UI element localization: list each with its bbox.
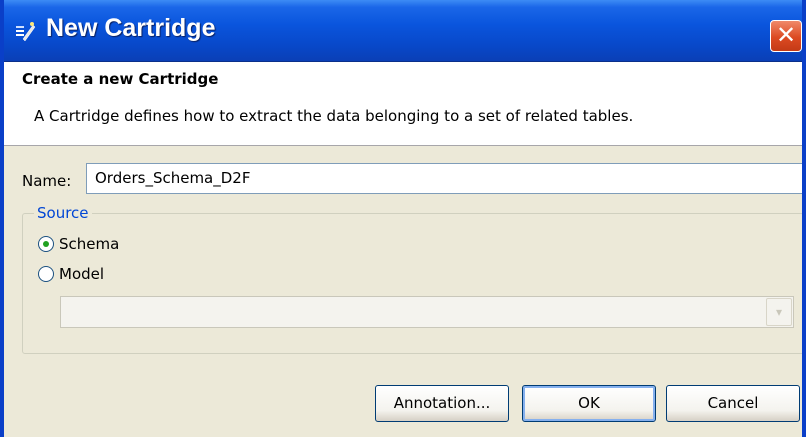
chevron-down-icon[interactable]: ▾	[766, 298, 792, 326]
wizard-description: A Cartridge defines how to extract the d…	[34, 107, 634, 125]
new-cartridge-dialog: New Cartridge ✕ Create a new Cartridge A…	[0, 0, 806, 437]
model-radio-label: Model	[59, 265, 105, 283]
cartridge-wizard-icon	[16, 22, 36, 42]
name-label: Name:	[22, 172, 72, 190]
close-icon[interactable]: ✕	[770, 20, 802, 52]
wizard-header: Create a new Cartridge A Cartridge defin…	[4, 62, 802, 146]
annotation-button[interactable]: Annotation...	[375, 385, 509, 422]
source-group	[22, 213, 802, 354]
model-select[interactable]: ▾	[60, 296, 794, 328]
schema-radio-button[interactable]	[38, 236, 54, 252]
cancel-button[interactable]: Cancel	[666, 385, 800, 422]
model-radio-button[interactable]	[38, 266, 54, 282]
window-title: New Cartridge	[46, 14, 216, 42]
wizard-title: Create a new Cartridge	[22, 70, 219, 88]
model-radio-option[interactable]: Model	[38, 265, 104, 283]
ok-button[interactable]: OK	[522, 385, 656, 422]
source-group-label: Source	[34, 204, 92, 222]
schema-radio-option[interactable]: Schema	[38, 235, 119, 253]
schema-radio-label: Schema	[59, 235, 120, 253]
name-input[interactable]: Orders_Schema_D2F	[86, 163, 802, 194]
title-bar[interactable]: New Cartridge ✕	[4, 0, 802, 62]
